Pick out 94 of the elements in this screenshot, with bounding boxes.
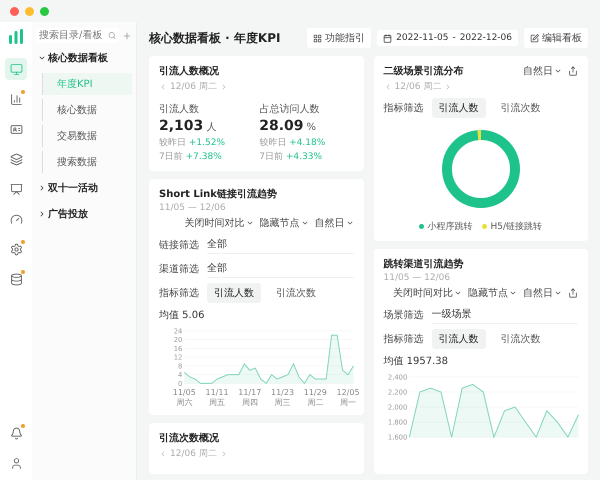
card-title: 引流人数概况 xyxy=(159,64,220,78)
axis-tick-label: 11/29 周二 xyxy=(302,388,328,408)
card-title: Short Link链接引流趋势 xyxy=(159,187,278,201)
filter-tab[interactable]: 引流人数 xyxy=(432,329,486,349)
date-range-label: 11/05 — 12/06 xyxy=(159,203,227,213)
user-icon xyxy=(10,456,22,470)
axis-tick-label: 11/05 周六 xyxy=(172,388,197,408)
chevron-down-icon xyxy=(38,54,46,62)
filter-label: 渠道筛选 xyxy=(159,262,199,276)
metric-value: 28.09 xyxy=(259,118,304,134)
dropdown-button[interactable]: 隐藏节点 xyxy=(468,286,517,300)
logo-icon xyxy=(7,28,25,46)
mean-label: 均值 5.06 xyxy=(159,309,206,322)
date-range-label: 11/05 — 12/06 xyxy=(384,273,452,283)
date-label: 12/06 周二 xyxy=(394,81,442,93)
filter-label: 指标筛选 xyxy=(384,102,424,115)
filter-label: 场景筛选 xyxy=(384,308,424,322)
close-button[interactable] xyxy=(10,6,19,16)
layers-icon xyxy=(10,152,22,166)
export-icon[interactable] xyxy=(568,66,578,76)
comparison-text: 7日前 +7.38% xyxy=(159,150,222,163)
filter-tab[interactable]: 引流人数 xyxy=(207,283,261,303)
filter-tab[interactable]: 引流次数 xyxy=(269,283,323,303)
export-icon[interactable] xyxy=(568,288,578,298)
id-card-icon xyxy=(10,122,22,136)
axis-tick-label: 11/11 周五 xyxy=(204,388,230,408)
settings-icon xyxy=(10,242,22,256)
filter-select[interactable]: 全部 xyxy=(207,235,354,254)
date-range-field[interactable]: 2022-11-05 - 2022-12-06 xyxy=(377,30,518,46)
metric-label: 引流人数 xyxy=(159,102,200,116)
tree-item[interactable]: 搜索数据 xyxy=(42,151,132,173)
card-title: 跳转渠道引流趋势 xyxy=(384,257,464,271)
metric-unit: % xyxy=(306,122,316,133)
end-date: 2022-12-06 xyxy=(460,33,512,43)
mean-label: 均值 1957.38 xyxy=(384,355,450,368)
database-icon xyxy=(10,272,22,286)
chevron-down-icon xyxy=(554,67,562,75)
metric-value: 2,103 xyxy=(159,118,204,134)
tree-item[interactable]: 核心数据 xyxy=(42,99,132,121)
grid-icon xyxy=(313,34,322,42)
dropdown-button[interactable]: 自然日 xyxy=(314,216,354,230)
filter-select[interactable]: 一级场景 xyxy=(432,305,578,324)
card-title: 二级场景引流分布 xyxy=(384,64,464,78)
presentation-icon xyxy=(10,182,22,196)
filter-tab[interactable]: 引流次数 xyxy=(494,329,548,349)
gauge-icon xyxy=(10,212,22,226)
filter-label: 指标筛选 xyxy=(159,286,199,300)
chevron-down-icon xyxy=(509,289,517,297)
metric-unit: 人 xyxy=(206,121,216,134)
filter-label: 指标筛选 xyxy=(384,332,424,346)
metric-label: 占总访问人数 xyxy=(259,102,320,116)
comparison-text: 较昨日 +1.52% xyxy=(159,136,226,149)
filter-tab[interactable]: 引流次数 xyxy=(494,98,548,118)
tree-item[interactable]: 双十一活动 xyxy=(36,177,132,199)
page-title: 核心数据看板 · 年度KPI xyxy=(149,30,282,46)
date-label: 12/06 周二 xyxy=(170,81,217,93)
edit-button[interactable]: 编辑看板 xyxy=(524,28,588,48)
dropdown-button[interactable]: 关闭时间对比 xyxy=(184,216,254,230)
filter-select[interactable]: 全部 xyxy=(207,259,354,278)
axis-tick-label: 11/23 周三 xyxy=(270,388,296,408)
filter-label: 链接筛选 xyxy=(159,238,199,252)
edit-icon xyxy=(530,34,539,42)
comparison-text: 较昨日 +4.18% xyxy=(259,136,326,149)
chevron-right-icon xyxy=(38,210,46,218)
dropdown-button[interactable]: 自然日 xyxy=(523,64,562,78)
chevron-down-icon xyxy=(454,289,462,297)
tree-item[interactable]: 交易数据 xyxy=(42,125,132,147)
axis-tick-label: 12/05 周一 xyxy=(336,388,361,408)
chevron-down-icon xyxy=(554,289,562,297)
filter-tab[interactable]: 引流人数 xyxy=(432,98,486,118)
date-label: 12/06 周二 xyxy=(170,448,217,460)
dropdown-button[interactable]: 隐藏节点 xyxy=(260,216,308,230)
tree-item[interactable]: 核心数据看板 xyxy=(36,47,132,69)
bell-icon xyxy=(10,426,22,440)
comparison-text: 7日前 +4.33% xyxy=(259,150,322,163)
card-title: 引流次数概况 xyxy=(159,431,220,446)
chevron-down-icon xyxy=(346,219,354,227)
chevron-down-icon xyxy=(300,219,308,227)
start-date: 2022-11-05 xyxy=(396,33,448,43)
monitor-icon xyxy=(10,62,22,76)
guide-button[interactable]: 功能指引 xyxy=(307,28,372,48)
chevron-right-icon xyxy=(38,184,46,192)
chevron-down-icon xyxy=(246,219,254,227)
dropdown-button[interactable]: 关闭时间对比 xyxy=(393,286,462,300)
calendar-icon xyxy=(383,34,392,42)
legend-item: 小程序跳转 xyxy=(419,220,472,233)
legend-item: H5/链接跳转 xyxy=(482,220,542,233)
search-field[interactable]: 搜索目录/看板 xyxy=(36,28,119,43)
date-separator: - xyxy=(452,33,456,43)
axis-tick-label: 11/17 周四 xyxy=(237,388,262,408)
dropdown-button[interactable]: 自然日 xyxy=(523,286,562,300)
search-icon xyxy=(108,31,116,40)
bar-chart-icon xyxy=(10,92,22,106)
tree-item[interactable]: 广告投放 xyxy=(36,203,132,225)
